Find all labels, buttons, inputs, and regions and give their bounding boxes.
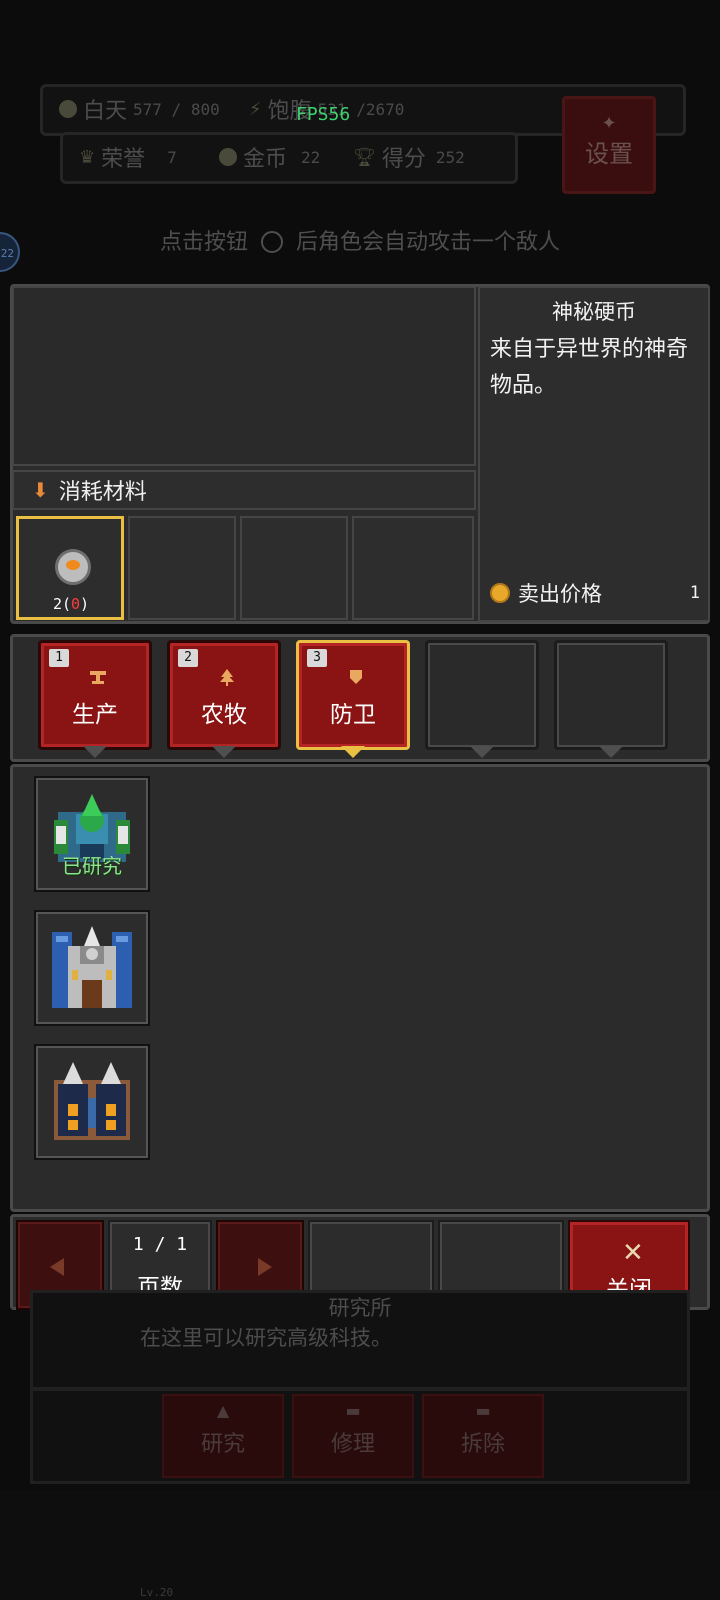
sell-price-row: 卖出价格 1 [490,578,700,608]
material-slot-3[interactable] [240,516,348,620]
gold-coin-icon [490,583,510,603]
research-label: 研究 [200,1432,245,1457]
sell-value: 1 [689,583,700,603]
tab-number: 3 [307,649,327,667]
count-have: 2 [52,595,62,613]
hint-text-after: 后角色会自动攻击一个敌人 [296,230,561,255]
tab-arrow-selected [341,746,365,758]
floor-level-label: Lv.20 [140,1586,174,1599]
page-number: 1 / 1 [110,1234,210,1255]
hammer-icon: ▬ [345,1401,361,1420]
repair-label: 修理 [330,1432,375,1457]
page-total: 1 [176,1234,188,1255]
preview-area [12,286,476,466]
material-slot-1[interactable]: 2(0) [16,516,124,620]
crosshair-icon [261,231,283,253]
hud-stats-bar-2: ♛ 荣誉 7 金币 22 🏆︎ 得分 252 [60,132,518,184]
building-green-turret[interactable]: 已研究 [34,776,150,892]
score-stat: 🏆︎ 得分 252 [353,141,465,173]
hint-text-before: 点击按钮 [159,230,248,255]
background-title: 研究所 [328,1296,392,1320]
building-blue-castle[interactable] [34,910,150,1026]
lightning-icon: ⚡ [249,98,262,120]
anvil-icon [90,671,106,684]
twin-tower-icon [54,1062,130,1140]
fps-counter: FPS56 [296,104,351,125]
sell-label: 卖出价格 [518,582,602,606]
researched-label: 已研究 [62,854,122,878]
flask-icon: ▲ [216,1401,230,1420]
materials-header: ⬇ 消耗材料 [12,470,476,510]
arrow-right-icon [258,1258,272,1276]
building-twin-tower[interactable] [34,1044,150,1160]
game-floor: Lv.20 [0,1490,720,1600]
gold-coin-icon [219,148,237,166]
honor-value: 7 [167,147,177,167]
close-icon: ✕ [622,1238,644,1268]
gear-icon: ✦ [601,113,617,134]
item-description: 来自于异世界的神奇物品。 [490,337,689,398]
day-value: 577 / 800 [133,99,220,119]
settings-button[interactable]: ✦ 设置 [562,96,656,194]
tab-arrow [212,746,236,758]
materials-label: 消耗材料 [58,480,147,505]
arrow-down-icon: ⬇ [32,478,49,502]
material-count: 2(0) [52,595,90,613]
honor-stat: ♛ 荣誉 7 [79,141,177,173]
page-separator: / [154,1234,166,1255]
tab-defense[interactable]: 3 防卫 [296,640,410,750]
tab-farming[interactable]: 2 农牧 [167,640,281,750]
tab-label: 农牧 [201,702,247,728]
attack-hint: 点击按钮 后角色会自动攻击一个敌人 [0,224,720,256]
tab-label: 防卫 [330,702,376,728]
tab-arrow [599,746,623,758]
demolish-button: ▬ 拆除 [422,1394,544,1478]
tab-number: 2 [178,649,198,667]
item-description-box: 神秘硬币 来自于异世界的神奇物品。 卖出价格 1 [478,286,710,622]
tab-arrow [83,746,107,758]
gold-value: 22 [301,147,321,167]
score-label: 得分 [381,147,426,172]
mystery-coin-icon [55,549,91,585]
crown-icon: ♛ [79,146,96,168]
tab-empty-4[interactable] [425,640,539,750]
tree-icon [220,669,234,686]
axe-icon: ▬ [475,1401,491,1420]
blue-castle-icon [52,926,132,1008]
settings-label: 设置 [585,140,633,168]
shield-icon [350,670,362,684]
material-slot-2[interactable] [128,516,236,620]
tab-label: 生产 [72,702,118,728]
day-stat: 白天 577 / 800 [59,93,220,125]
demolish-label: 拆除 [460,1432,505,1457]
tab-empty-5[interactable] [554,640,668,750]
item-name: 神秘硬币 [552,300,636,324]
gold-label: 金币 [243,147,288,172]
material-slot-4[interactable] [352,516,474,620]
tab-production[interactable]: 1 生产 [38,640,152,750]
gold-stat: 金币 22 [219,141,320,173]
background-description: 在这里可以研究高级科技。 [140,1326,392,1350]
honor-label: 荣誉 [101,147,146,172]
sun-icon [59,100,77,118]
page-current: 1 [132,1234,144,1255]
day-label: 白天 [83,99,128,124]
research-button: ▲ 研究 [162,1394,284,1478]
tab-arrow [470,746,494,758]
count-need: 0 [71,595,81,613]
tab-number: 1 [49,649,69,667]
trophy-icon: 🏆︎ [353,146,376,168]
repair-button: ▬ 修理 [292,1394,414,1478]
arrow-left-icon [50,1258,64,1276]
score-value: 252 [435,147,465,167]
